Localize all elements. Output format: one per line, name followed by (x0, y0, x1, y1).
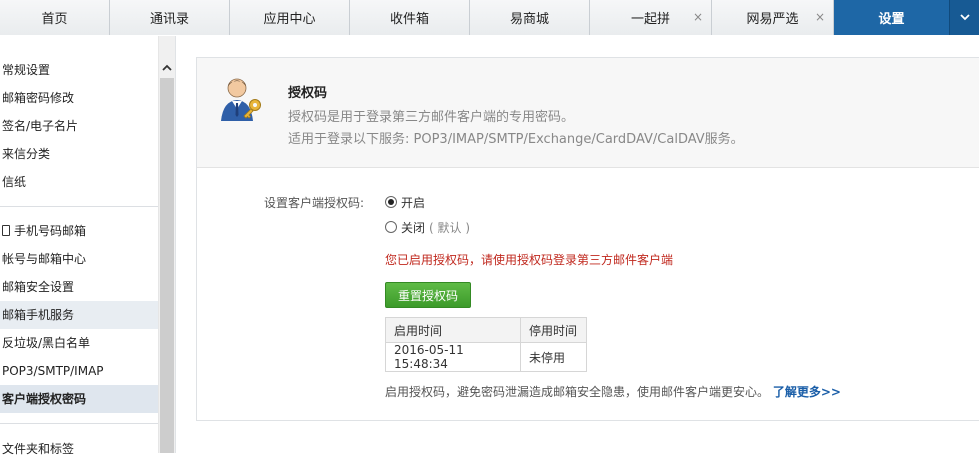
disable-time-cell: 未停用 (520, 342, 587, 372)
sidebar-item-phone-mailbox[interactable]: 手机号码邮箱 (0, 217, 158, 245)
sidebar-divider (0, 423, 158, 424)
sidebar-item-label: 反垃圾/黑白名单 (2, 336, 91, 350)
sidebar-item-label: 文件夹和标签 (2, 442, 75, 456)
tab-label: 首页 (41, 12, 68, 27)
tab-app-center[interactable]: 应用中心 (230, 0, 350, 35)
tab-label: 设置 (878, 12, 905, 27)
auth-code-setting-label: 设置客户端授权码: (264, 196, 365, 210)
sidebar-item-security[interactable]: 邮箱安全设置 (0, 273, 158, 301)
sidebar-item-password[interactable]: 邮箱密码修改 (0, 84, 158, 112)
sidebar-item-label: 邮箱密码修改 (2, 91, 75, 105)
settings-sidebar: 常规设置 邮箱密码修改 签名/电子名片 来信分类 信纸 手机号码邮箱 帐号与邮箱… (0, 36, 176, 456)
sidebar-item-label: 邮箱手机服务 (2, 308, 75, 322)
column-header: 启用时间 (385, 317, 521, 343)
sidebar-item-pop3-smtp-imap[interactable]: POP3/SMTP/IMAP (0, 357, 158, 385)
sidebar-item-signature[interactable]: 签名/电子名片 (0, 112, 158, 140)
sidebar-item-mail-filter[interactable]: 来信分类 (0, 140, 158, 168)
page-title: 授权码 (288, 86, 328, 101)
tab-label: 通讯录 (149, 12, 189, 27)
close-icon[interactable]: × (815, 10, 825, 24)
sidebar-item-stationery[interactable]: 信纸 (0, 168, 158, 196)
sidebar-item-client-auth-code[interactable]: 客户端授权密码 (0, 385, 158, 413)
tab-inbox[interactable]: 收件箱 (350, 0, 470, 35)
top-tab-bar: 首页 通讯录 应用中心 收件箱 易商城 一起拼 × 网易严选 × 设置 (0, 0, 979, 35)
tab-mall[interactable]: 易商城 (470, 0, 590, 35)
radio-label: 关闭 (401, 220, 426, 235)
sidebar-item-label: 邮箱安全设置 (2, 280, 75, 294)
enabled-warning: 您已启用授权码，请使用授权码登录第三方邮件客户端 (385, 253, 674, 267)
page-description: 授权码是用于登录第三方邮件客户端的专用密码。 (288, 110, 575, 125)
phone-icon (2, 225, 10, 236)
tab-label: 应用中心 (263, 12, 316, 27)
sidebar-item-general[interactable]: 常规设置 (0, 56, 158, 84)
sidebar-item-label: 常规设置 (2, 63, 51, 77)
enable-time-cell: 2016-05-11 15:48:34 (385, 342, 521, 372)
auth-code-panel: 授权码 授权码是用于登录第三方邮件客户端的专用密码。 适用于登录以下服务: PO… (196, 57, 979, 421)
sidebar-item-label: 手机号码邮箱 (14, 224, 87, 238)
sidebar-item-antispam[interactable]: 反垃圾/黑白名单 (0, 329, 158, 357)
sidebar-item-label: 帐号与邮箱中心 (2, 252, 87, 266)
panel-header: 授权码 授权码是用于登录第三方邮件客户端的专用密码。 适用于登录以下服务: PO… (197, 58, 979, 168)
learn-more-link[interactable]: 了解更多>> (773, 385, 841, 399)
radio-enable[interactable]: 开启 (385, 193, 425, 211)
footer-note: 启用授权码，避免密码泄漏造成邮箱安全隐患，使用邮件客户端更安心。 了解更多>> (385, 383, 841, 400)
tab-label: 易商城 (509, 12, 549, 27)
tab-contacts[interactable]: 通讯录 (110, 0, 230, 35)
auth-time-table: 启用时间 停用时间 2016-05-11 15:48:34 未停用 (385, 317, 587, 372)
table-header-row: 启用时间 停用时间 (385, 317, 587, 343)
tab-home[interactable]: 首页 (0, 0, 110, 35)
radio-default-hint: ( 默认 ) (429, 220, 471, 235)
tab-settings[interactable]: 设置 (834, 0, 979, 35)
sidebar-item-mobile-service[interactable]: 邮箱手机服务 (0, 301, 158, 329)
reset-auth-code-button[interactable]: 重置授权码 (385, 282, 471, 308)
close-icon[interactable]: × (693, 10, 703, 24)
footer-text: 启用授权码，避免密码泄漏造成邮箱安全隐患，使用邮件客户端更安心。 (385, 385, 770, 399)
radio-label: 开启 (401, 195, 426, 210)
radio-button[interactable] (385, 221, 397, 233)
radio-disable[interactable]: 关闭 ( 默认 ) (385, 218, 470, 236)
scrollbar-thumb[interactable] (160, 78, 174, 453)
sidebar-item-account-center[interactable]: 帐号与邮箱中心 (0, 245, 158, 273)
tab-label: 网易严选 (746, 12, 799, 27)
tab-group-buy[interactable]: 一起拼 × (590, 0, 712, 35)
sidebar-item-label: 签名/电子名片 (2, 119, 79, 133)
tab-yanxuan[interactable]: 网易严选 × (712, 0, 834, 35)
table-row: 2016-05-11 15:48:34 未停用 (385, 342, 587, 372)
sidebar-divider (0, 206, 158, 207)
chevron-down-icon[interactable] (949, 0, 979, 35)
sidebar-item-label: 客户端授权密码 (2, 392, 87, 406)
sidebar-item-label: POP3/SMTP/IMAP (2, 364, 104, 378)
supported-services: 适用于登录以下服务: POP3/IMAP/SMTP/Exchange/CardD… (288, 132, 744, 147)
sidebar-item-label: 来信分类 (2, 147, 51, 161)
radio-button[interactable] (385, 196, 397, 208)
column-header: 停用时间 (520, 317, 587, 343)
tab-label: 收件箱 (389, 12, 429, 27)
sidebar-item-folders-tags[interactable]: 文件夹和标签 (0, 435, 158, 463)
sidebar-item-label: 信纸 (2, 175, 27, 189)
chevron-up-icon[interactable] (159, 58, 175, 76)
user-key-icon (221, 78, 261, 121)
tab-label: 一起拼 (630, 12, 670, 27)
sidebar-scrollbar[interactable] (158, 36, 175, 453)
